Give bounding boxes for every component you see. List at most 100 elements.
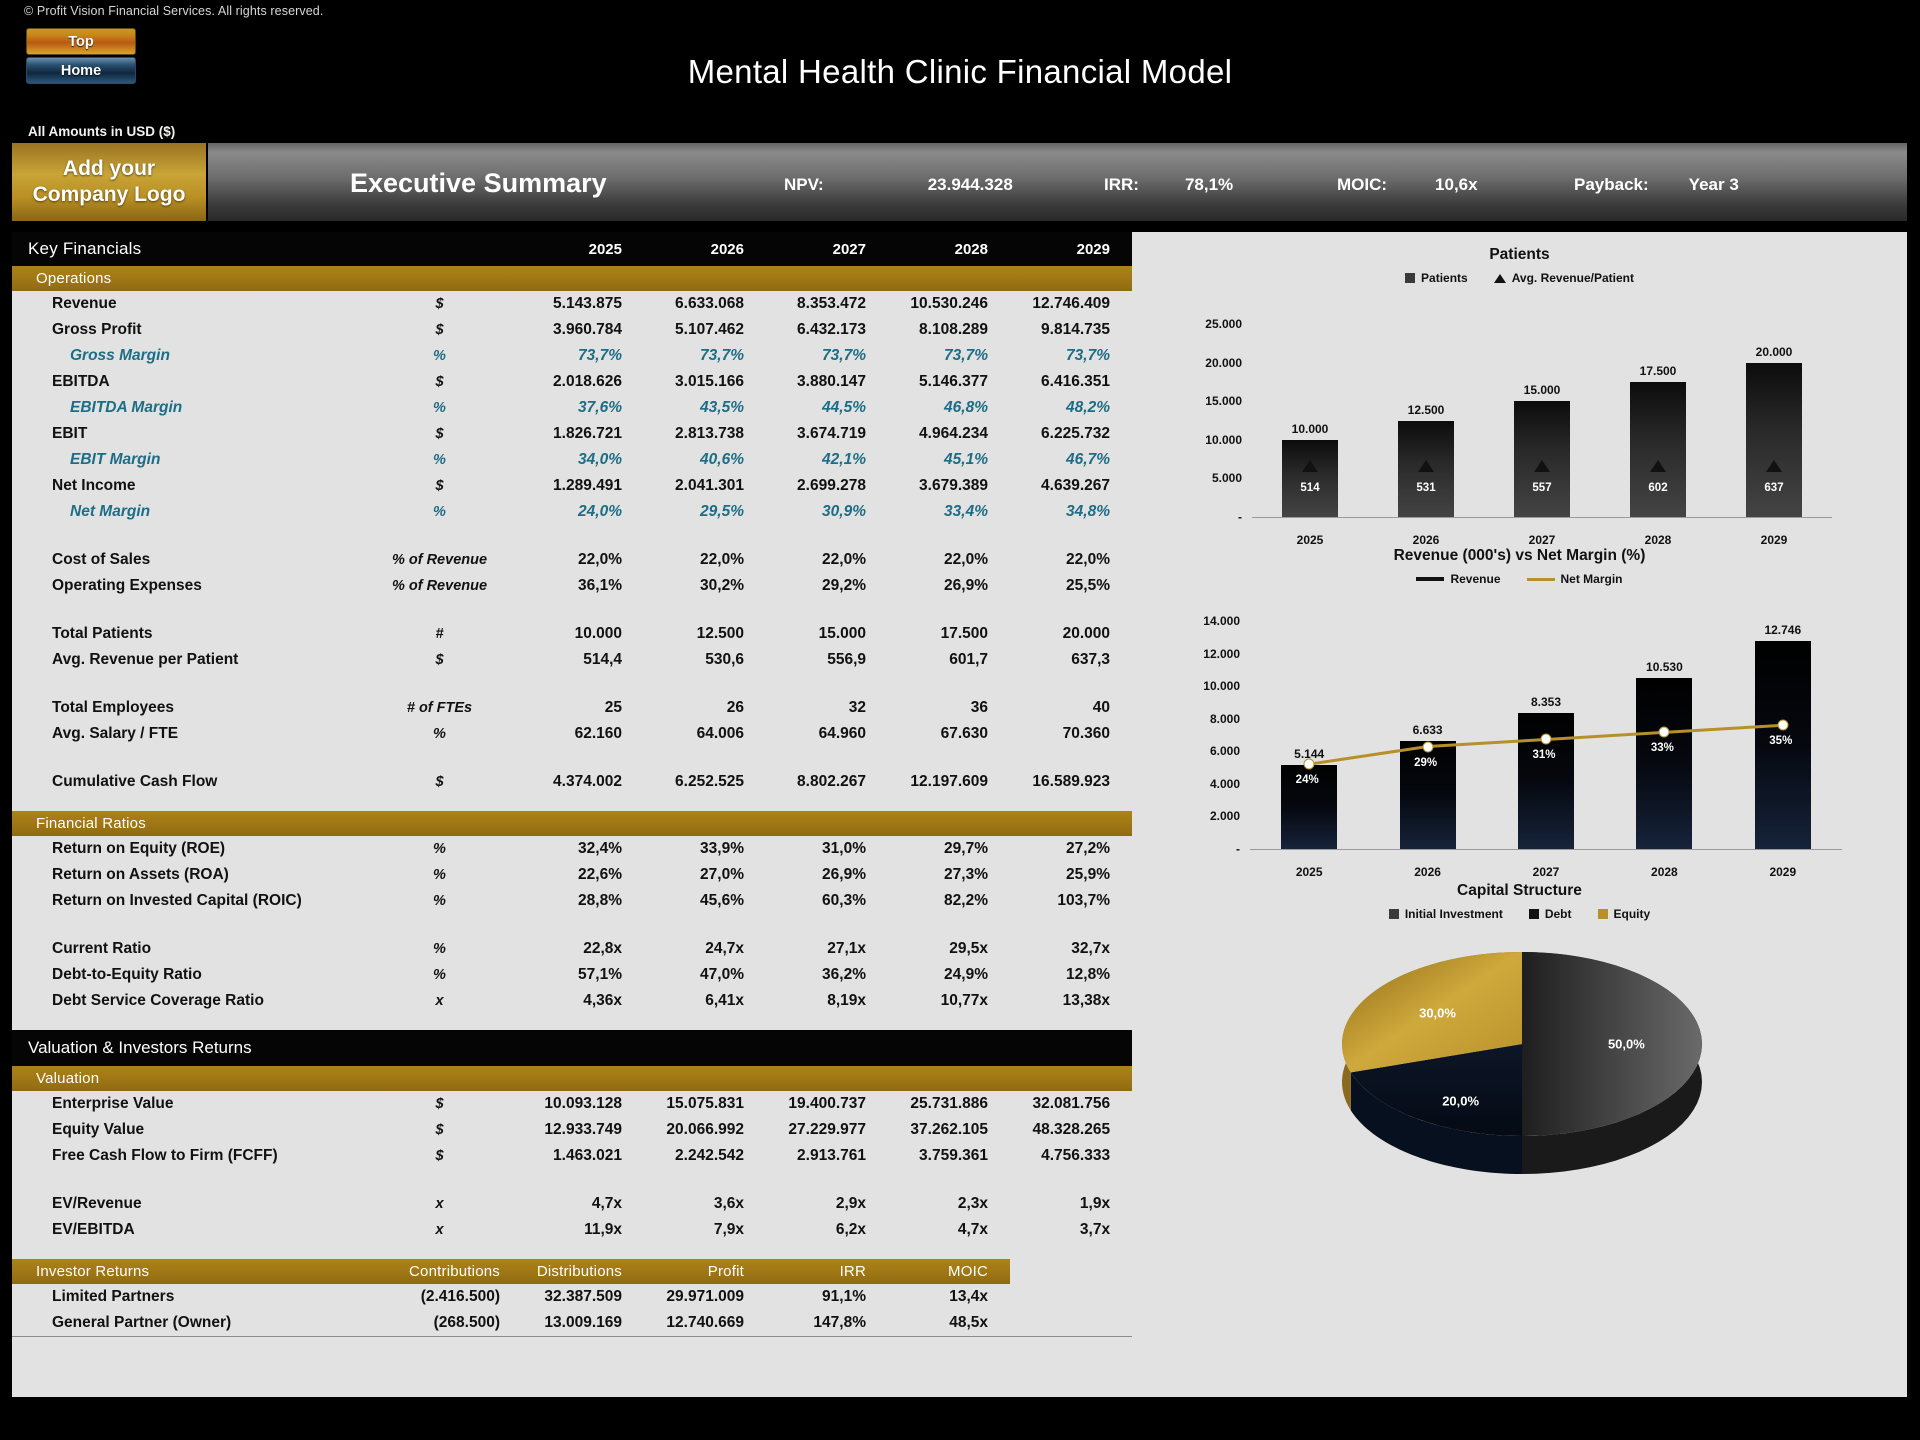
y-axis-tick: 10.000: [1205, 432, 1242, 447]
row-value: 27,2%: [1066, 840, 1110, 857]
year-header: 2027: [766, 232, 888, 266]
row-value: 1.463.021: [553, 1147, 622, 1164]
row-label: Cumulative Cash Flow: [52, 773, 218, 790]
row-value: 6.252.525: [675, 773, 744, 790]
x-axis-line: [1250, 849, 1842, 850]
row-unit: x: [435, 1222, 444, 1238]
row-value: 12.500: [696, 625, 744, 642]
net-margin-data-point: [1658, 726, 1670, 738]
y-axis-tick: 25.000: [1205, 317, 1242, 331]
row-value: 26,9%: [944, 577, 988, 594]
revenue-margin-chart-title: Revenue (000's) vs Net Margin (%): [1393, 547, 1646, 564]
row-value: 4,7x: [591, 1195, 622, 1212]
row-value: 22,8x: [583, 940, 622, 957]
row-value: 2,3x: [957, 1195, 988, 1212]
row-value: 24,9%: [944, 966, 988, 983]
table-row: Gross Margin% 73,7% 73,7% 73,7% 73,7% 73,7%: [12, 343, 1132, 369]
row-unit: x: [435, 993, 444, 1009]
row-label: EV/Revenue: [52, 1195, 142, 1212]
row-value: 601,7: [949, 651, 988, 668]
triangle-data-marker: [1418, 460, 1434, 473]
row-label: Revenue: [52, 295, 117, 312]
row-label: EV/EBITDA: [52, 1221, 135, 1238]
triangle-data-marker: [1534, 460, 1550, 473]
row-unit: %: [433, 452, 446, 468]
row-label: Equity Value: [52, 1121, 145, 1138]
row-value: 73,7%: [578, 347, 622, 364]
row-label: Avg. Salary / FTE: [52, 725, 179, 742]
row-value: 4,7x: [957, 1221, 988, 1238]
table-row: Operating Expenses % of Revenue 36,1% 30,2%…: [12, 573, 1132, 599]
row-value: 73,7%: [1066, 347, 1110, 364]
row-value: 30,2%: [700, 577, 744, 594]
row-label: Return on Equity (ROE): [52, 840, 226, 857]
row-value: 73,7%: [822, 347, 866, 364]
row-label: Avg. Revenue per Patient: [52, 651, 239, 668]
row-value: 10.530.246: [910, 295, 988, 312]
bar: [1630, 381, 1686, 517]
row-value: 26: [726, 699, 744, 716]
row-value: 3.960.784: [553, 321, 622, 338]
row-label: EBIT Margin: [70, 451, 161, 468]
row-value: 5.107.462: [675, 321, 744, 338]
year-header: 2025: [522, 232, 644, 266]
avg-revenue-label: 514: [1300, 482, 1320, 495]
row-unit: % of Revenue: [391, 578, 488, 594]
patients-chart-title: Patients: [1489, 246, 1550, 263]
row-value: 82,2%: [944, 892, 988, 909]
row-unit: #: [435, 626, 444, 642]
table-row: Current Ratio% 22,8x 24,7x 27,1x 29,5x 32,7x: [12, 936, 1132, 962]
row-value: 32,4%: [578, 840, 622, 857]
row-value: 43,5%: [700, 399, 744, 416]
key-financials-header: Key Financials: [12, 232, 357, 266]
row-value: 48.328.265: [1032, 1121, 1111, 1138]
avg-revenue-label: 602: [1648, 482, 1668, 495]
row-value: 32.387.509: [544, 1288, 622, 1305]
row-value: 29,5%: [700, 503, 744, 520]
bar-value-label: 17.500: [1639, 363, 1677, 378]
legend-label-avg-revenue: Avg. Revenue/Patient: [1511, 271, 1634, 285]
row-label: Limited Partners: [52, 1288, 175, 1305]
y-axis-tick: 10.000: [1203, 679, 1240, 694]
row-value: 22,0%: [1066, 551, 1110, 568]
row-value: 1.826.721: [553, 425, 622, 442]
table-row: Total Employees # of FTEs 25 26 32 36 40: [12, 695, 1132, 721]
row-value: 2.699.278: [797, 477, 866, 494]
bar-value-label: 20.000: [1755, 344, 1793, 359]
row-unit: %: [433, 967, 446, 983]
top-button[interactable]: Top: [26, 28, 136, 55]
row-value: 31,0%: [822, 840, 866, 857]
legend-item-net-margin: Net Margin: [1526, 572, 1623, 586]
row-value: 48,2%: [1066, 399, 1110, 416]
revenue-margin-legend: Revenue Net Margin: [1132, 572, 1907, 586]
row-value: 29.971.009: [666, 1288, 744, 1305]
net-margin-label: 31%: [1532, 749, 1556, 762]
square-marker-icon: [1528, 909, 1539, 919]
row-value: 5.146.377: [919, 373, 988, 390]
capital-structure-title: Capital Structure: [1457, 882, 1582, 899]
row-value: 2.913.761: [797, 1147, 866, 1164]
row-unit: %: [433, 867, 446, 883]
row-value: 29,7%: [944, 840, 988, 857]
row-unit: %: [433, 893, 446, 909]
row-value: 11,9x: [584, 1221, 622, 1238]
kpi-npv-label: NPV:: [784, 175, 824, 194]
legend-label-debt: Debt: [1544, 907, 1572, 921]
company-logo-placeholder[interactable]: Add your Company Logo: [12, 143, 208, 221]
row-value: 45,1%: [944, 451, 988, 468]
bar: [1514, 401, 1570, 517]
avg-revenue-label: 557: [1532, 482, 1552, 495]
row-value: 12.746.409: [1032, 295, 1110, 312]
valuation-section-header: Valuation & Investors Returns: [12, 1030, 1132, 1066]
row-value: 12.740.669: [644, 1310, 766, 1337]
row-value: 25: [604, 699, 622, 716]
row-value: 17.500: [940, 625, 988, 642]
row-value: 13,38x: [1062, 992, 1110, 1009]
row-value: 28,8%: [578, 892, 622, 909]
row-value: 40: [1092, 699, 1110, 716]
bar-value-label: 10.000: [1291, 421, 1329, 436]
row-value: 6,2x: [835, 1221, 866, 1238]
bar-value-label: 10.530: [1646, 659, 1683, 674]
kpi-irr-value: 78,1%: [1184, 175, 1234, 194]
table-row: EBITDA Margin% 37,6% 43,5% 44,5% 46,8% 48,2%: [12, 395, 1132, 421]
